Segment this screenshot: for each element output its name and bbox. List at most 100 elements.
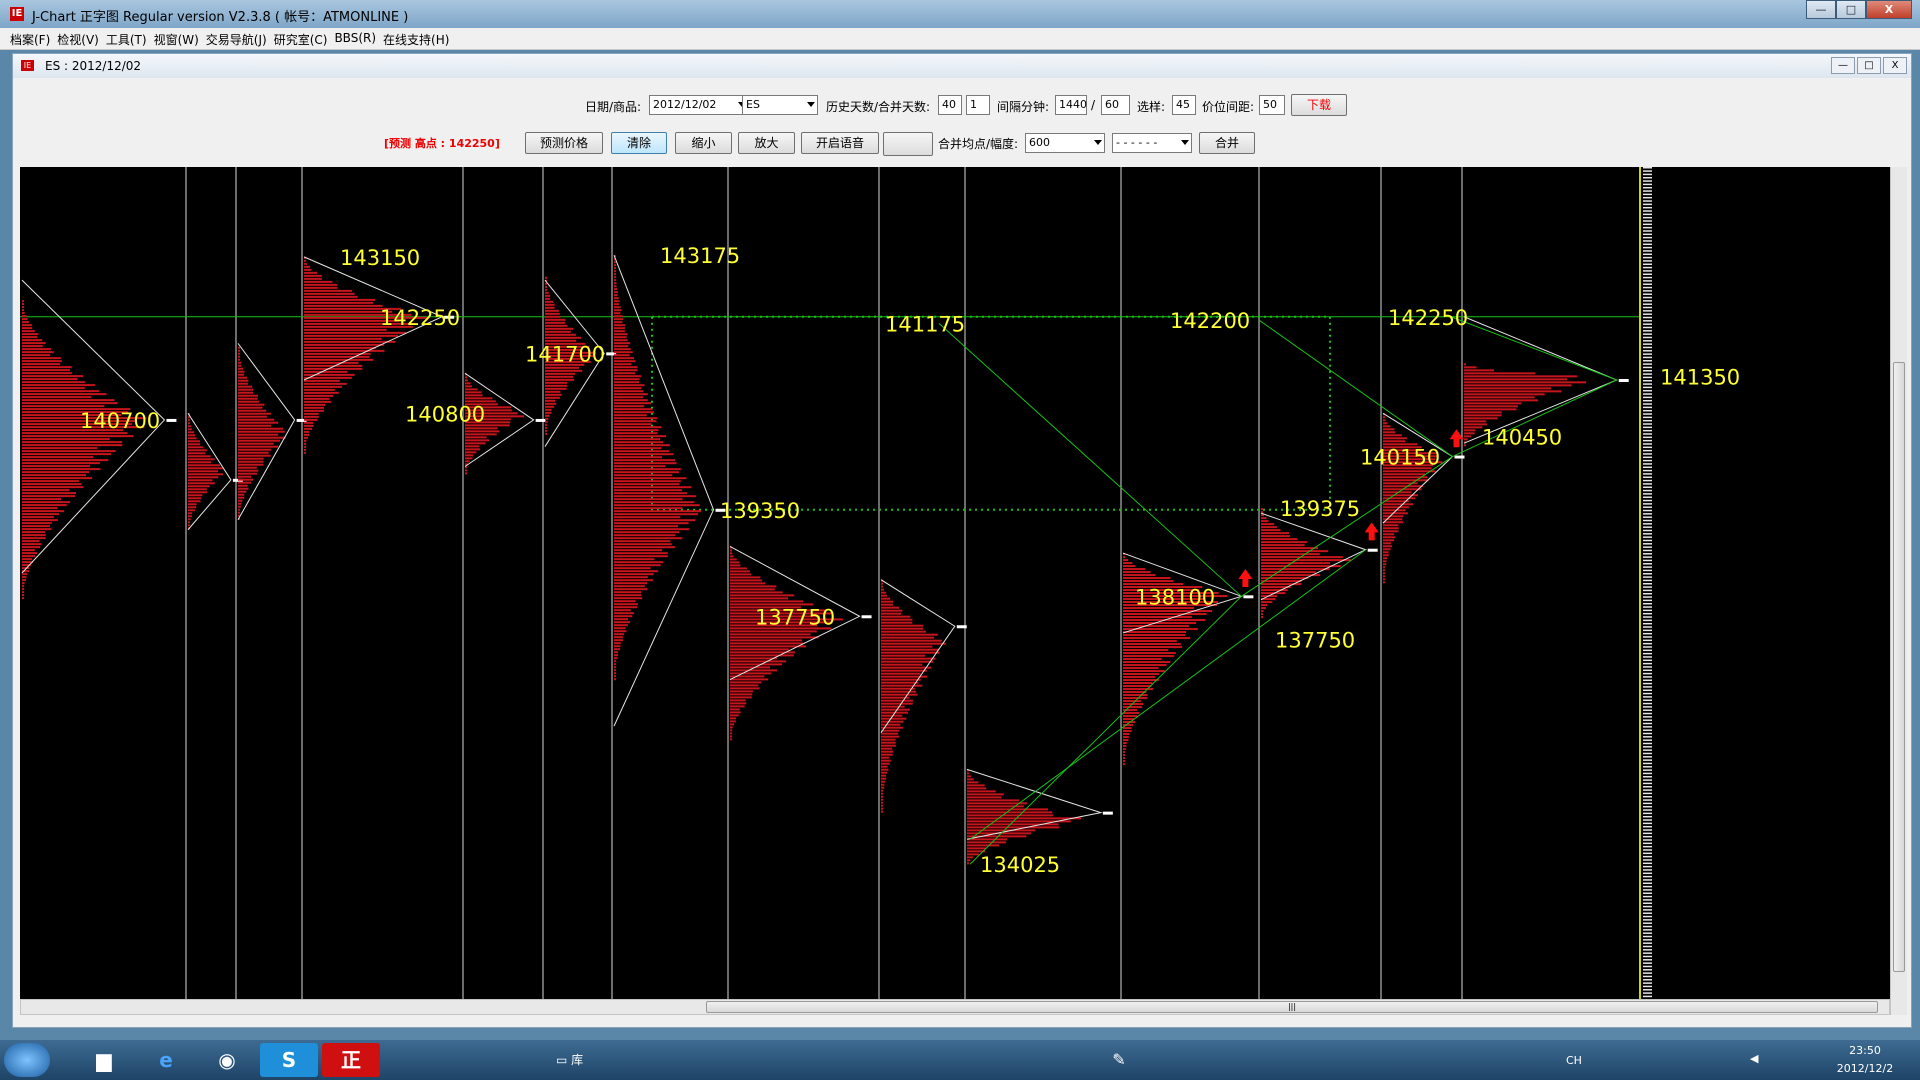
profile-bar: [614, 483, 680, 486]
profile-bar: [1383, 506, 1409, 509]
skype-taskbar-icon[interactable]: S: [260, 1043, 318, 1077]
profile-bar: [1383, 545, 1392, 548]
child-minimize-button[interactable]: —: [1831, 57, 1855, 74]
profile-bar: [304, 370, 348, 373]
profile-bar: [881, 582, 883, 585]
profile-bar: [1383, 563, 1387, 566]
merge-button[interactable]: 合并: [1199, 132, 1255, 154]
price-axis-tick: [1643, 230, 1652, 232]
internet-explorer-taskbar-icon[interactable]: e: [137, 1043, 195, 1077]
vertical-scroll-thumb[interactable]: [1893, 362, 1905, 972]
price-axis-tick: [1643, 243, 1652, 246]
profile-bar: [1383, 575, 1385, 578]
predict-price-button[interactable]: 预测价格: [525, 132, 603, 154]
price-axis-tick: [1643, 266, 1652, 269]
price-axis-tick: [1643, 852, 1652, 855]
merge-days-input[interactable]: 1: [966, 95, 990, 115]
explorer-taskbar-icon[interactable]: ▆: [75, 1043, 133, 1077]
profile-bar: [22, 381, 85, 384]
profile-bar: [881, 699, 913, 702]
zoom-in-button[interactable]: 放大: [738, 132, 795, 154]
profile-bar: [545, 372, 576, 375]
profile-bar: [1123, 736, 1129, 739]
profile-bar: [730, 723, 735, 726]
profile-bar: [730, 654, 794, 657]
avg-amplitude-select[interactable]: 600: [1025, 133, 1105, 153]
library-taskbar-item[interactable]: ▭ 库: [552, 1043, 662, 1077]
minimize-button[interactable]: —: [1806, 0, 1836, 19]
title-bar: IE J-Chart 正字图 Regular version V2.3.8 ( …: [0, 0, 1920, 28]
horizontal-scroll-thumb[interactable]: |||: [706, 1001, 1878, 1013]
language-indicator[interactable]: CH: [1566, 1054, 1582, 1067]
date-select[interactable]: 2012/12/02: [649, 95, 749, 115]
horizontal-scrollbar[interactable]: |||: [20, 999, 1890, 1015]
profile-bar: [881, 612, 902, 615]
vertical-scrollbar[interactable]: [1890, 167, 1907, 1015]
profile-bar: [730, 591, 783, 594]
menu-support[interactable]: 在线支持(H): [383, 28, 456, 49]
menu-research[interactable]: 研究室(C): [274, 28, 335, 49]
symbol-select-value: ES: [746, 98, 760, 111]
profile-bar: [22, 390, 100, 393]
child-maximize-button[interactable]: □: [1857, 57, 1881, 74]
price-axis-tick: [1643, 336, 1652, 339]
price-axis-tick: [1643, 616, 1652, 618]
jchart-taskbar-icon[interactable]: 正: [322, 1043, 380, 1077]
price-axis-tick: [1643, 882, 1652, 885]
market-profile-chart[interactable]: 140700 143150 142250 140800 141700 143175 1393…: [20, 167, 1903, 999]
interval-input-a[interactable]: 1440: [1055, 95, 1087, 115]
profile-bar: [304, 295, 358, 298]
clock-time[interactable]: 23:50: [1830, 1044, 1900, 1057]
blank-button[interactable]: [883, 132, 933, 156]
download-button[interactable]: 下载: [1291, 94, 1347, 116]
profile-bar: [188, 461, 212, 464]
profile-bar: [22, 558, 32, 561]
profile-bar: [614, 465, 666, 468]
child-close-button[interactable]: X: [1883, 57, 1907, 74]
profile-bar: [22, 528, 52, 531]
profile-bar: [22, 543, 42, 546]
maximize-button[interactable]: □: [1836, 0, 1866, 19]
profile-bar: [22, 363, 61, 366]
profile-bar: [1383, 539, 1395, 542]
menu-bbs[interactable]: BBS(R): [334, 28, 383, 49]
speaker-icon[interactable]: ◀: [1750, 1052, 1758, 1065]
profile-bar: [614, 462, 677, 465]
menu-tools[interactable]: 工具(T): [106, 28, 154, 49]
price-gap-input[interactable]: 50: [1259, 95, 1285, 115]
profile-bar: [188, 476, 219, 479]
start-button[interactable]: [4, 1043, 50, 1077]
price-axis-tick: [1643, 812, 1652, 815]
menu-window[interactable]: 视窗(W): [154, 28, 206, 49]
profile-bar: [545, 375, 574, 378]
profile-bar: [545, 411, 552, 414]
voice-button[interactable]: 开启语音: [801, 132, 879, 154]
line-style-select[interactable]: - - - - - -: [1112, 133, 1192, 153]
price-axis-tick: [1643, 479, 1652, 482]
profile-bar: [1123, 691, 1147, 694]
zoom-out-button[interactable]: 缩小: [675, 132, 732, 154]
menu-file[interactable]: 档案(F): [10, 28, 57, 49]
chrome-taskbar-icon[interactable]: ◉: [198, 1043, 256, 1077]
close-button[interactable]: X: [1866, 0, 1912, 19]
menu-trade-nav[interactable]: 交易导航(J): [206, 28, 274, 49]
profile-bar: [1123, 577, 1171, 580]
price-axis-tick: [1643, 679, 1652, 682]
menu-view[interactable]: 检视(V): [57, 28, 106, 49]
profile-bar: [22, 387, 85, 390]
sample-input[interactable]: 45: [1172, 95, 1196, 115]
profile-bar: [238, 463, 264, 466]
interval-input-b[interactable]: 60: [1101, 95, 1130, 115]
tray-app-icon[interactable]: ✎: [1090, 1043, 1148, 1077]
profile-bar: [238, 376, 248, 379]
history-days-input[interactable]: 40: [938, 95, 962, 115]
clear-button[interactable]: 清除: [611, 132, 667, 154]
profile-bar: [1383, 542, 1391, 545]
price-axis-tick: [1643, 483, 1652, 485]
profile-bar: [614, 399, 648, 402]
clock-date[interactable]: 2012/12/2: [1830, 1062, 1900, 1075]
profile-bar: [304, 439, 307, 442]
profile-bar: [1123, 655, 1175, 658]
profile-bar: [1261, 553, 1320, 556]
symbol-select[interactable]: ES: [742, 95, 818, 115]
